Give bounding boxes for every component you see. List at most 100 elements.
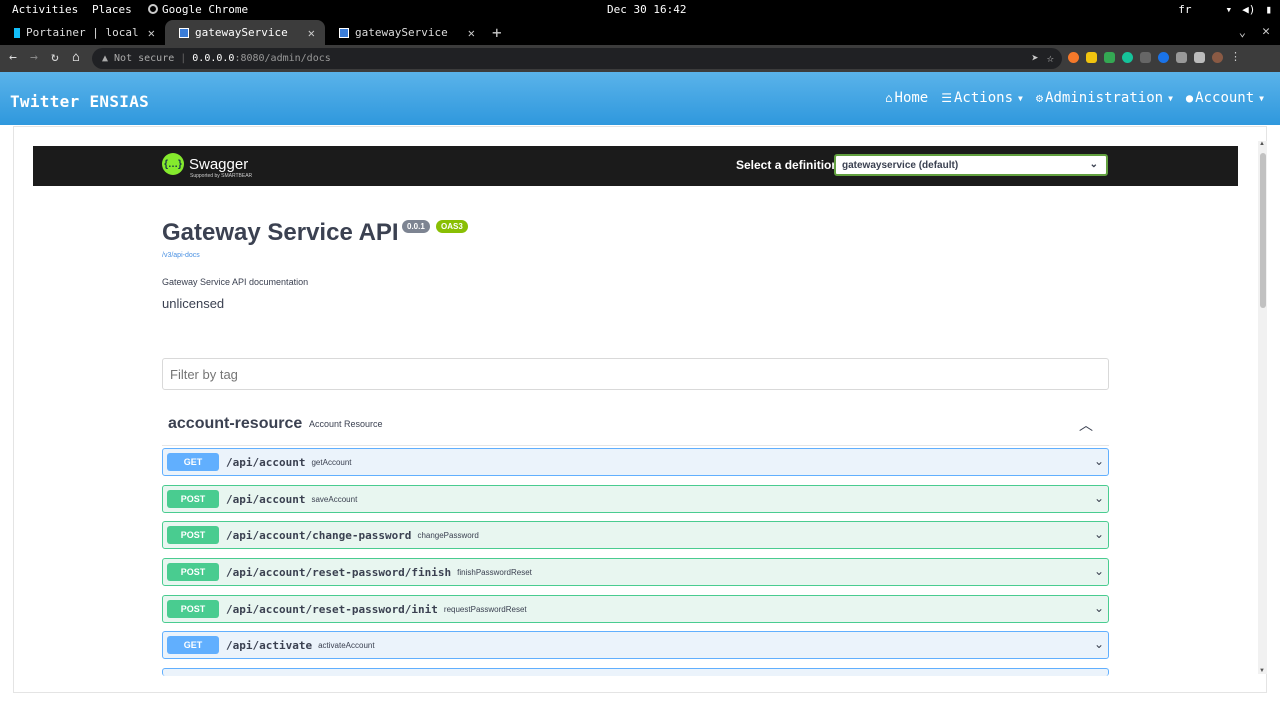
tab-search-icon[interactable]: ⌄ — [1239, 25, 1246, 39]
volume-icon: ◀) — [1242, 3, 1256, 16]
operation-row[interactable]: POST /api/account saveAccount ⌄ — [162, 485, 1109, 513]
tag-header[interactable]: account-resource Account Resource ︿ — [162, 407, 1109, 446]
swagger-logo[interactable]: {…} Swagger Supported by SMARTBEAR — [162, 153, 252, 179]
caret-down-icon: ▼ — [1018, 93, 1023, 103]
operation-path: /api/account/change-password — [226, 528, 412, 542]
tab-strip: Portainer | local ✕ gatewayService ✕ gat… — [0, 20, 1280, 45]
operation-summary: getAccount — [311, 457, 352, 467]
chevron-down-icon[interactable]: ⌄ — [1094, 527, 1104, 541]
version-badge: 0.0.1 — [402, 220, 430, 233]
caret-down-icon: ▼ — [1259, 93, 1264, 103]
gnome-top-bar: Activities Places Google Chrome Dec 30 1… — [0, 0, 1280, 20]
definition-select[interactable]: gatewayservice (default) ⌄ — [834, 154, 1108, 176]
operation-row[interactable]: POST /api/account/change-password change… — [162, 521, 1109, 549]
method-badge: POST — [167, 526, 219, 544]
method-badge: POST — [167, 563, 219, 581]
nav-account[interactable]: ● Account ▼ — [1186, 90, 1264, 106]
nav-home[interactable]: ⌂ Home — [885, 90, 928, 106]
extension-icon[interactable] — [1086, 52, 1097, 63]
extension-icon[interactable] — [1104, 52, 1115, 63]
scroll-up-icon[interactable]: ▲ — [1259, 141, 1265, 147]
method-badge: POST — [167, 600, 219, 618]
operation-row[interactable]: POST /api/account/reset-password/finish … — [162, 558, 1109, 586]
tag-section: account-resource Account Resource ︿ GET … — [162, 407, 1109, 676]
forward-icon[interactable]: → — [30, 50, 38, 65]
operation-path: /api/account — [226, 455, 306, 469]
method-badge: GET — [167, 453, 219, 471]
nav-home-label: Home — [894, 90, 929, 106]
tab-title: Portainer | local — [26, 26, 139, 39]
grammarly-icon[interactable] — [1122, 52, 1133, 63]
extension-icon[interactable] — [1158, 52, 1169, 63]
home-icon[interactable]: ⌂ — [72, 50, 80, 65]
chrome-icon — [148, 4, 158, 14]
operation-row-partial[interactable] — [162, 668, 1109, 676]
puzzle-icon[interactable] — [1194, 52, 1205, 63]
system-tray[interactable]: fr ▾ ◀) ▮ — [1178, 3, 1272, 16]
nav-administration-label: Administration — [1045, 90, 1164, 106]
operation-path: /api/account — [226, 492, 306, 506]
chevron-down-icon[interactable]: ⌄ — [1094, 601, 1104, 615]
method-badge: POST — [167, 490, 219, 508]
close-tab-icon[interactable]: ✕ — [468, 26, 475, 40]
home-icon: ⌂ — [885, 91, 893, 105]
close-tab-icon[interactable]: ✕ — [308, 26, 315, 40]
security-chip[interactable]: Not secure — [114, 53, 174, 64]
bookmark-star-icon[interactable]: ☆ — [1047, 51, 1054, 65]
swagger-logo-icon: {…} — [162, 153, 184, 175]
definition-label: Select a definition — [736, 158, 839, 172]
nav-actions-label: Actions — [954, 90, 1014, 106]
users-cog-icon: ⚙ — [1035, 91, 1044, 105]
scrollbar-thumb[interactable] — [1260, 153, 1266, 308]
tab-portainer[interactable]: Portainer | local ✕ — [0, 20, 165, 45]
scrollbar[interactable]: ▲ ▼ — [1258, 141, 1267, 674]
window-close-icon[interactable]: ✕ — [1262, 24, 1270, 39]
back-icon[interactable]: ← — [9, 50, 17, 65]
chevron-down-icon[interactable]: ⌄ — [1094, 564, 1104, 578]
app-menu[interactable]: Google Chrome — [148, 3, 248, 16]
nav-actions[interactable]: ☰ Actions ▼ — [941, 90, 1023, 106]
camera-icon[interactable] — [1176, 52, 1187, 63]
spec-link[interactable]: /v3/api-docs — [162, 252, 200, 259]
swagger-logo-text: Swagger — [189, 155, 249, 173]
chevron-down-icon[interactable]: ⌄ — [1094, 637, 1104, 651]
extension-icon[interactable] — [1140, 52, 1151, 63]
extension-icon[interactable] — [1068, 52, 1079, 63]
brand-title[interactable]: Twitter ENSIAS — [10, 92, 149, 111]
address-bar[interactable]: ▲ Not secure | 0.0.0.0:8080/admin/docs ➤… — [92, 48, 1062, 69]
send-icon[interactable]: ➤ — [1032, 51, 1039, 65]
chevron-down-icon[interactable]: ⌄ — [1094, 491, 1104, 505]
chevron-up-icon[interactable]: ︿ — [1079, 415, 1093, 435]
reload-icon[interactable]: ↻ — [51, 50, 59, 65]
api-description: Gateway Service API documentation — [162, 277, 309, 287]
tab-gateway-active[interactable]: gatewayService ✕ — [165, 20, 325, 45]
close-tab-icon[interactable]: ✕ — [148, 26, 155, 40]
api-title: Gateway Service API — [162, 219, 399, 246]
list-icon: ☰ — [941, 91, 952, 105]
operation-row[interactable]: POST /api/account/reset-password/init re… — [162, 595, 1109, 623]
nav-administration[interactable]: ⚙ Administration ▼ — [1036, 90, 1173, 106]
operation-row[interactable]: GET /api/activate activateAccount ⌄ — [162, 631, 1109, 659]
scroll-down-icon[interactable]: ▼ — [1259, 668, 1265, 674]
swagger-logo-sub: Supported by SMARTBEAR — [190, 173, 253, 179]
nav-account-label: Account — [1195, 90, 1255, 106]
wifi-icon: ▾ — [1225, 3, 1233, 16]
activities-button[interactable]: Activities — [12, 3, 78, 16]
profile-avatar[interactable] — [1212, 52, 1223, 63]
menu-kebab-icon[interactable]: ⋮ — [1230, 50, 1241, 63]
clock[interactable]: Dec 30 16:42 — [607, 3, 686, 16]
operation-summary: activateAccount — [318, 640, 375, 650]
toolbar: ← → ↻ ⌂ ▲ Not secure | 0.0.0.0:8080/admi… — [0, 45, 1280, 72]
user-icon: ● — [1185, 91, 1194, 105]
operation-path: /api/account/reset-password/finish — [226, 565, 452, 579]
chevron-down-icon[interactable]: ⌄ — [1094, 454, 1104, 468]
tab-gateway[interactable]: gatewayService ✕ — [325, 20, 485, 45]
warning-icon: ▲ — [102, 53, 109, 64]
filter-by-tag-input[interactable] — [162, 358, 1109, 390]
keyboard-layout[interactable]: fr — [1178, 3, 1191, 16]
operation-row[interactable]: GET /api/account getAccount ⌄ — [162, 448, 1109, 476]
extensions-bar: ⋮ — [1068, 50, 1241, 63]
new-tab-icon[interactable]: + — [492, 23, 502, 42]
places-menu[interactable]: Places — [92, 3, 132, 16]
app-navbar: Twitter ENSIAS ⌂ Home ☰ Actions ▼ ⚙ Administ… — [0, 72, 1280, 125]
